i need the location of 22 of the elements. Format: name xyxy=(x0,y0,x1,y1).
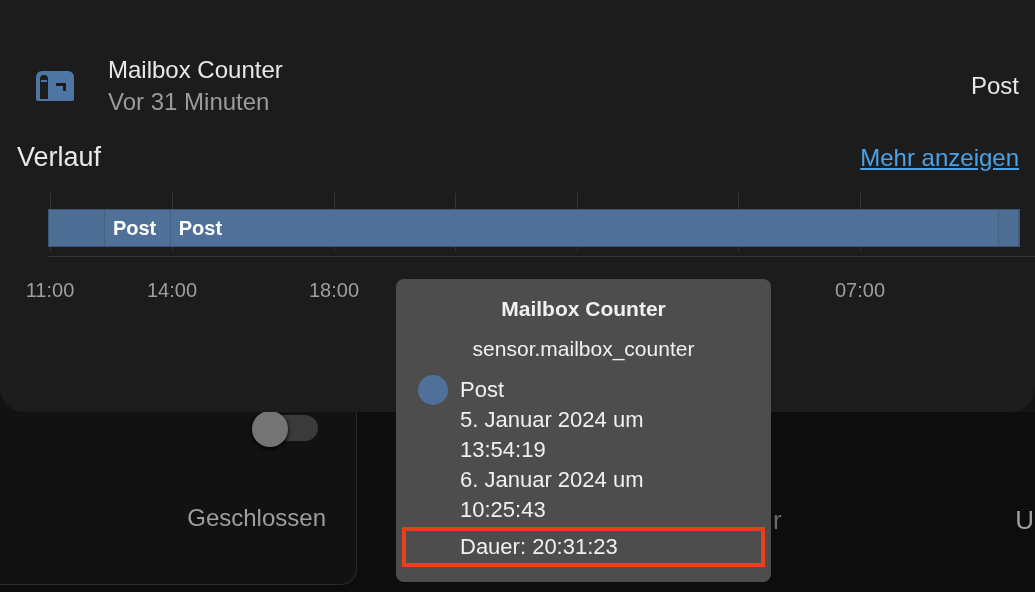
state-text: Geschlossen xyxy=(187,504,326,532)
entity-name: Mailbox Counter xyxy=(108,56,284,84)
timeline-segment[interactable] xyxy=(999,210,1019,246)
state-text: Post xyxy=(460,376,505,404)
timeline-segment[interactable] xyxy=(49,210,105,246)
axis-label: 18:00 xyxy=(308,279,360,302)
entity-name: r xyxy=(773,505,782,536)
tooltip-text: 5. Januar 2024 um 13:54:19 xyxy=(459,406,645,464)
more-link[interactable]: Mehr anzeigen xyxy=(860,143,1019,172)
last-changed-text: Vor 31 Minuten xyxy=(108,88,271,116)
axis-label: 11:00 xyxy=(25,279,75,302)
entity-id: sensor.mailbox_counter xyxy=(472,337,695,361)
axis-label: 07:00 xyxy=(834,279,886,302)
entity-name: U xyxy=(1015,505,1034,536)
mailbox-icon xyxy=(36,71,74,101)
tooltip-text: 6. Januar 2024 um 10:25:43 xyxy=(459,466,645,524)
tooltip-title: Mailbox Counter xyxy=(501,297,666,321)
highlight-box: Dauer: 20:31:23 xyxy=(402,527,765,567)
state-text: Post xyxy=(970,72,1019,100)
toggle-switch[interactable] xyxy=(252,411,318,447)
axis-label: 14:00 xyxy=(146,279,198,302)
section-title: Verlauf xyxy=(17,142,102,173)
